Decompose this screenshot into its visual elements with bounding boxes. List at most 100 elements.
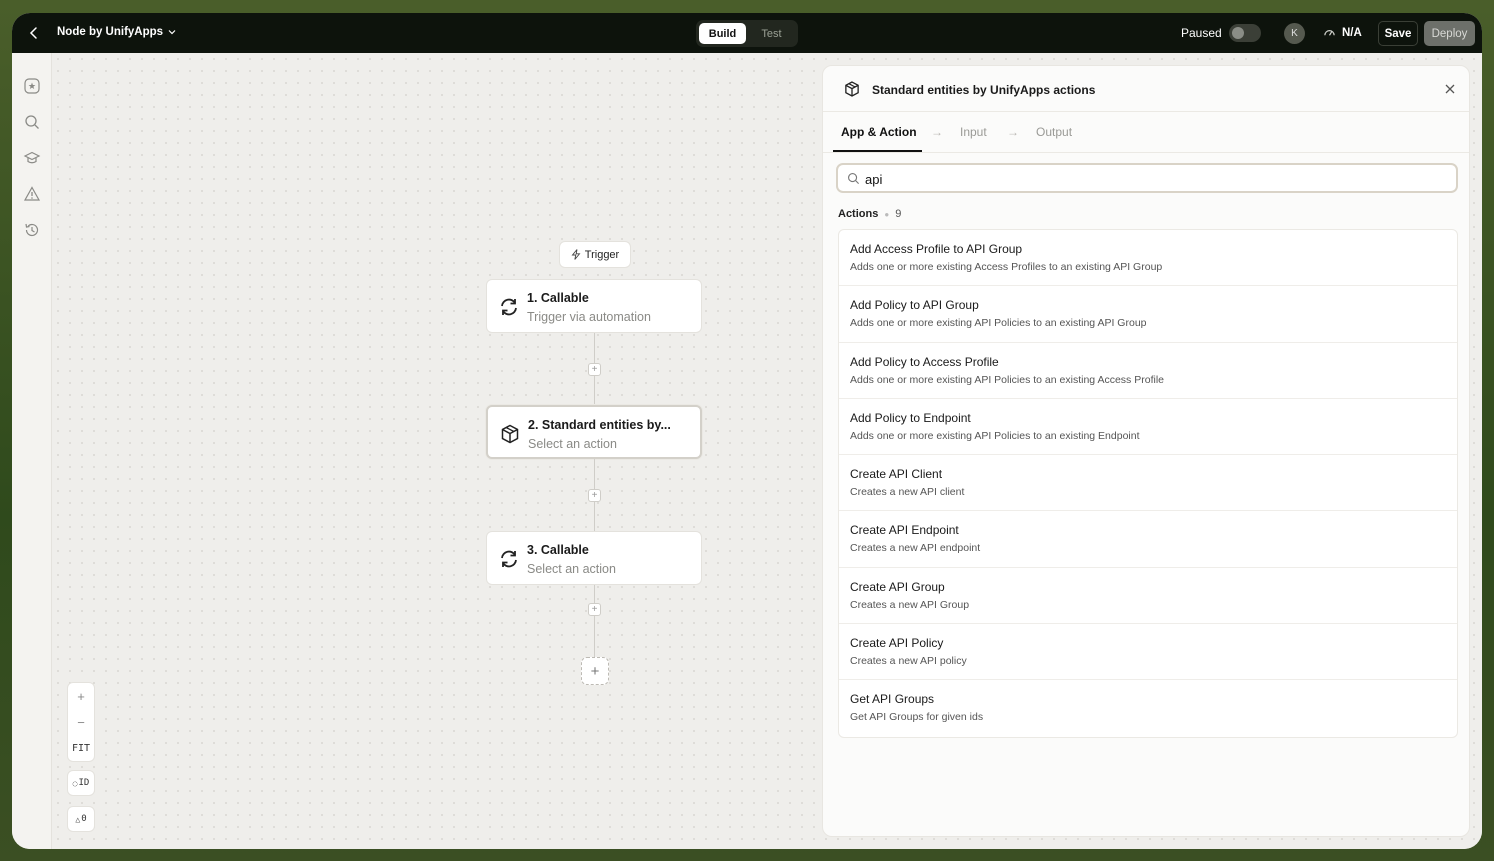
gauge-icon: [1324, 30, 1335, 36]
action-title: Add Access Profile to API Group: [850, 242, 1023, 256]
tab-output[interactable]: Output: [1036, 125, 1072, 139]
list-item[interactable]: Create API Endpoint Creates a new API end…: [839, 511, 1457, 568]
workflow-node-2[interactable]: 2. Standard entities by... Select an act…: [486, 405, 702, 459]
list-item[interactable]: Add Access Profile to API Group Adds one …: [839, 230, 1457, 287]
action-description: Get API Groups for given ids: [850, 711, 984, 724]
add-step-button[interactable]: +: [588, 603, 601, 616]
avatar[interactable]: K: [1284, 23, 1305, 44]
workflow-title-dropdown[interactable]: Node by UnifyApps: [57, 26, 177, 38]
node-title: 2. Standard entities by...: [528, 418, 671, 432]
action-title: Add Policy to Access Profile: [850, 354, 999, 369]
metric-value: N/A: [1342, 26, 1362, 39]
action-title: Add Policy to API Group: [850, 298, 979, 313]
list-item[interactable]: Add Policy to Endpoint Adds one or more e…: [839, 399, 1457, 456]
list-item[interactable]: Create API Client Creates a new API clien…: [839, 455, 1457, 512]
node-title: 1. Callable: [527, 291, 589, 305]
list-item[interactable]: Add Policy to API Group Adds one or more …: [839, 286, 1457, 343]
action-description: Adds one or more existing API Policies t…: [850, 373, 1164, 386]
action-description: Creates a new API client: [850, 486, 965, 499]
search-input[interactable]: [865, 170, 1445, 188]
zoom-in-button[interactable]: +: [68, 683, 94, 709]
metric-readout: N/A: [1323, 26, 1362, 39]
arrow-right-icon: →: [1007, 125, 1019, 139]
zoom-controls: + − FIT: [67, 682, 95, 762]
action-title: Create API Policy: [850, 636, 944, 651]
eye-off-icon: ◌: [72, 778, 78, 788]
warnings-button[interactable]: △ 0: [67, 806, 95, 832]
history-icon[interactable]: [23, 221, 41, 239]
add-node-button[interactable]: +: [581, 657, 609, 685]
top-bar: Node by UnifyApps Build Test Paused K N/…: [12, 13, 1482, 53]
test-tab[interactable]: Test: [748, 23, 795, 44]
back-arrow-icon[interactable]: [26, 25, 42, 41]
panel-title: Standard entities by UnifyApps actions: [872, 83, 1096, 97]
action-title: Create API Endpoint: [850, 523, 959, 538]
tab-input[interactable]: Input: [960, 125, 987, 139]
star-box-icon[interactable]: [23, 77, 41, 95]
search-icon[interactable]: [23, 113, 41, 131]
add-step-button[interactable]: +: [588, 363, 601, 376]
warnings-count: 0: [81, 814, 87, 824]
graduation-cap-icon[interactable]: [23, 149, 41, 167]
connector-line: [594, 585, 595, 657]
action-description: Adds one or more existing API Policies t…: [850, 317, 1147, 330]
chevron-down-icon: [168, 30, 176, 35]
node-subtitle: Trigger via automation: [527, 310, 651, 324]
node-subtitle: Select an action: [527, 562, 616, 576]
section-label: Actions: [838, 208, 879, 220]
mode-switcher: Build Test: [696, 20, 798, 47]
list-item[interactable]: Create API Policy Creates a new API polic…: [839, 624, 1457, 681]
node-title: 3. Callable: [527, 543, 589, 557]
action-description: Creates a new API policy: [850, 655, 967, 668]
panel-header: Standard entities by UnifyApps actions: [823, 66, 1469, 112]
zoom-out-button[interactable]: −: [68, 709, 94, 735]
action-description: Adds one or more existing API Policies t…: [850, 429, 1140, 442]
id-toggle-label: ID: [78, 778, 90, 788]
trigger-chip[interactable]: Trigger: [559, 241, 631, 268]
search-box: [836, 163, 1458, 193]
status-label: Paused: [1181, 26, 1222, 40]
panel-tabs: App & Action → Input → Output: [823, 112, 1469, 153]
search-icon: [848, 173, 860, 185]
warning-icon: △: [75, 814, 81, 824]
refresh-icon: [501, 298, 517, 316]
list-item[interactable]: Get API Groups Get API Groups for given i…: [839, 680, 1457, 736]
action-panel: Standard entities by UnifyApps actions A…: [822, 65, 1470, 837]
workflow-node-3[interactable]: 3. Callable Select an action: [486, 531, 702, 585]
cube-icon: [501, 424, 519, 444]
close-icon[interactable]: [1443, 82, 1457, 96]
build-tab[interactable]: Build: [699, 23, 746, 44]
save-button[interactable]: Save: [1378, 21, 1418, 46]
deploy-button[interactable]: Deploy: [1424, 21, 1475, 46]
app-window: Node by UnifyApps Build Test Paused K N/…: [12, 13, 1482, 849]
action-description: Adds one or more existing Access Profile…: [850, 261, 1163, 273]
action-title: Get API Groups: [850, 692, 935, 707]
arrow-right-icon: →: [931, 125, 943, 139]
warning-icon[interactable]: [23, 185, 41, 203]
action-title: Add Policy to Endpoint: [850, 410, 971, 425]
active-tab-indicator: [833, 150, 922, 152]
workflow-title: Node by UnifyApps: [57, 26, 164, 38]
node-subtitle: Select an action: [528, 437, 617, 451]
action-title: Create API Group: [850, 579, 945, 594]
section-count: 9: [895, 208, 902, 220]
action-description: Creates a new API Group: [850, 598, 970, 611]
list-item[interactable]: Create API Group Creates a new API Group: [839, 568, 1457, 625]
action-title: Create API Client: [850, 467, 943, 482]
workflow-node-1[interactable]: 1. Callable Trigger via automation: [486, 279, 702, 333]
refresh-icon: [501, 550, 517, 568]
add-step-button[interactable]: +: [588, 489, 601, 502]
tab-app-action[interactable]: App & Action: [841, 125, 917, 139]
cube-icon: [845, 81, 859, 97]
list-item[interactable]: Add Policy to Access Profile Adds one or …: [839, 343, 1457, 399]
lightning-icon: [571, 249, 581, 260]
trigger-label: Trigger: [584, 248, 620, 261]
fit-view-button[interactable]: FIT: [68, 735, 94, 761]
id-toggle-button[interactable]: ◌ ID: [67, 770, 95, 796]
action-description: Creates a new API endpoint: [850, 542, 981, 555]
pause-toggle[interactable]: [1229, 24, 1261, 42]
left-sidebar: [12, 53, 52, 849]
actions-section-header: Actions ● 9: [838, 208, 901, 220]
action-list: Add Access Profile to API Group Adds one …: [838, 229, 1458, 738]
separator-dot: ●: [884, 209, 890, 219]
